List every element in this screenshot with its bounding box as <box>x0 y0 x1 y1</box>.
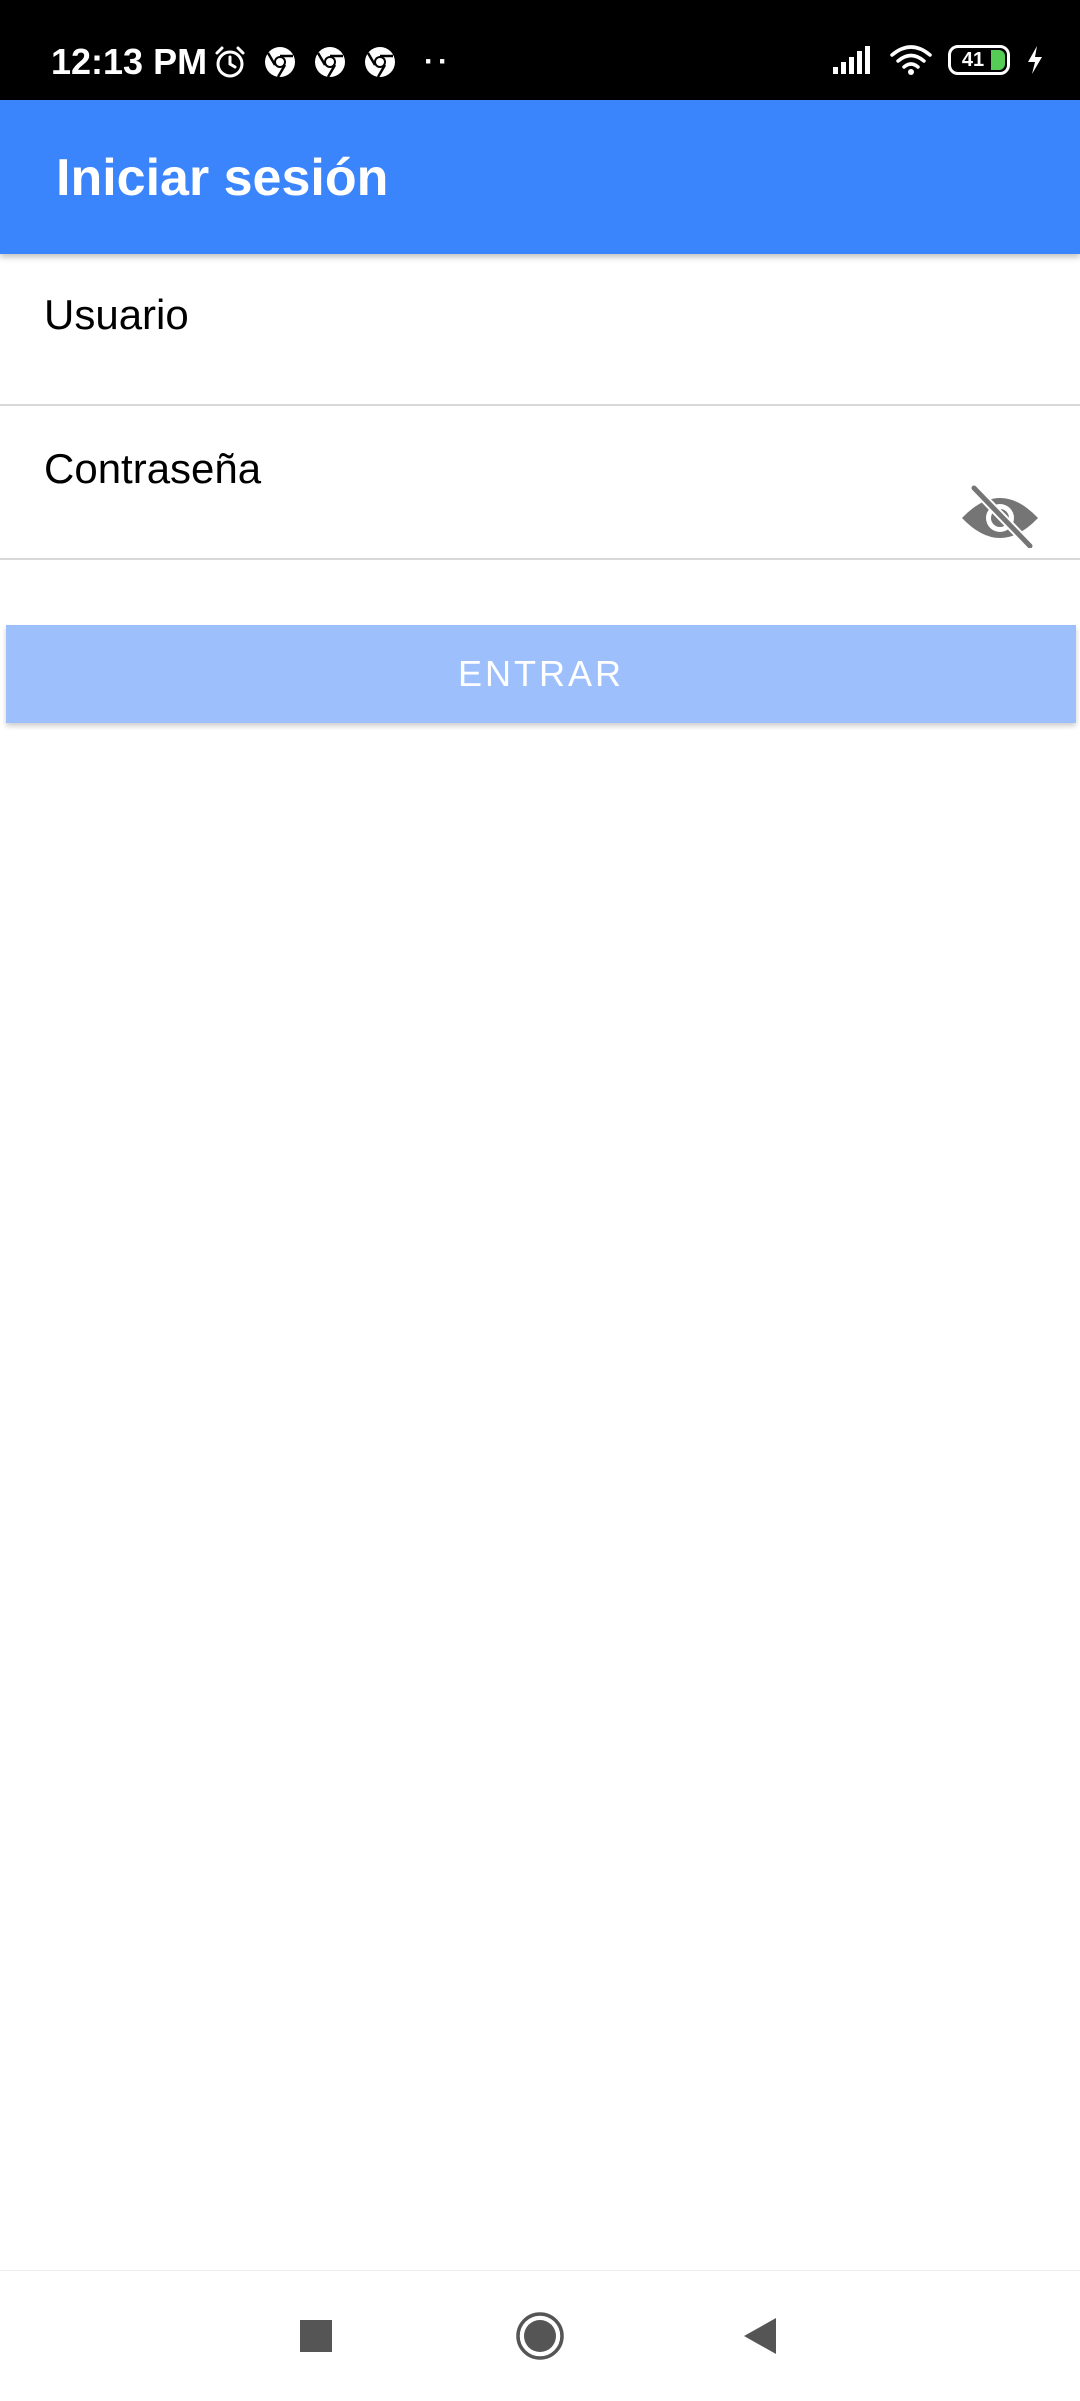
username-field <box>0 254 1080 406</box>
app-bar: Iniciar sesión <box>0 100 1080 254</box>
page-title: Iniciar sesión <box>56 149 389 207</box>
home-button[interactable] <box>480 2271 600 2401</box>
login-button[interactable]: ENTRAR <box>6 625 1076 723</box>
eye-off-icon <box>962 484 1038 548</box>
more-notifications-indicator: ·· <box>424 45 452 78</box>
back-icon <box>744 2318 776 2354</box>
signal-icon <box>833 46 870 74</box>
battery-icon: 41 <box>948 45 1010 75</box>
system-icons: 41 <box>816 44 1044 76</box>
charging-icon <box>1028 46 1042 74</box>
wifi-icon <box>890 45 932 75</box>
recents-button[interactable] <box>256 2271 376 2401</box>
battery-level: 41 <box>961 49 985 71</box>
navigation-bar <box>0 2270 1080 2401</box>
chrome-icon <box>265 47 295 78</box>
recents-icon <box>300 2320 332 2352</box>
chrome-icon <box>315 47 345 78</box>
status-time: 12:13 PM <box>51 41 208 82</box>
back-button[interactable] <box>700 2271 820 2401</box>
alarm-icon <box>215 46 245 78</box>
home-icon <box>516 2312 564 2360</box>
password-visibility-toggle[interactable] <box>960 476 1040 556</box>
chrome-icon <box>365 47 395 78</box>
notification-icons: ·· <box>212 42 452 82</box>
password-field <box>0 408 1080 560</box>
status-bar: 12:13 PM ·· 41 <box>0 0 1080 100</box>
password-input[interactable] <box>44 408 924 558</box>
username-input[interactable] <box>44 254 924 404</box>
